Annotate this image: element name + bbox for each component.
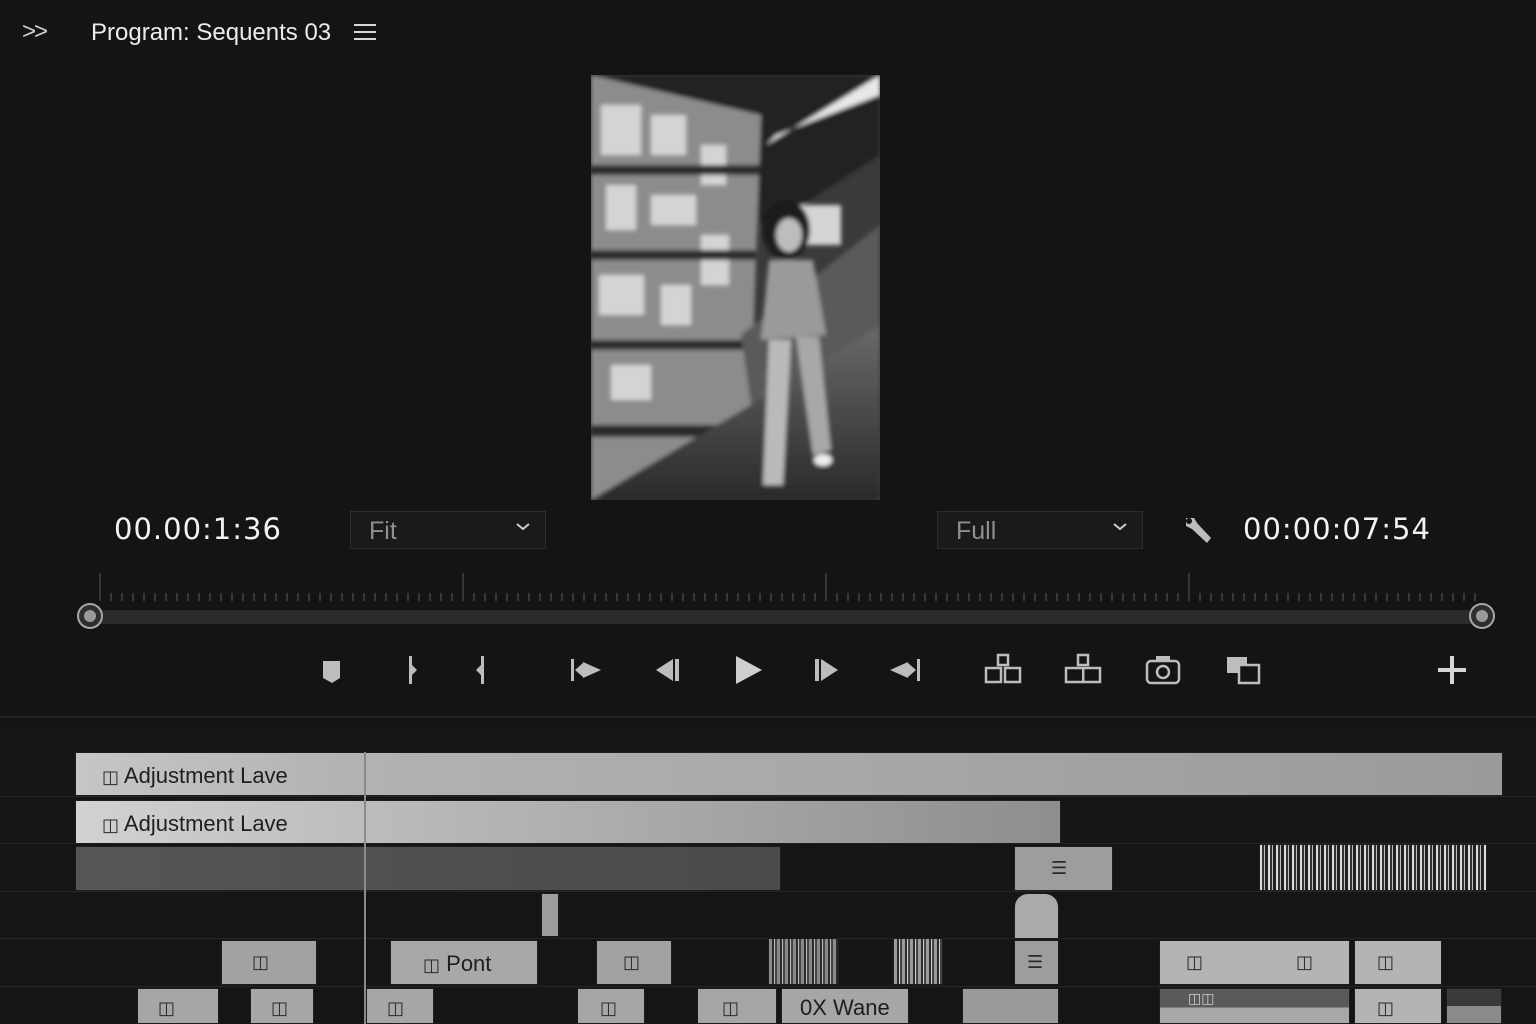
- clip-fx-icon: ◫: [722, 998, 740, 1019]
- video-clip[interactable]: ◫: [250, 988, 314, 1024]
- clip-fx-icon: ◫: [252, 952, 270, 973]
- adjustment-layer-clip[interactable]: ◫ Adjustment Lave: [75, 800, 1061, 844]
- clip-fx-icon: ◫: [600, 998, 618, 1019]
- panel-divider: [0, 716, 1536, 718]
- plus-icon: [1438, 656, 1466, 684]
- video-clip[interactable]: ◫ Pont: [390, 940, 538, 985]
- go-to-in-icon: [571, 659, 601, 681]
- timeline-tracks: ◫ Adjustment Lave ◫ Adjustment Lave ☰ ◫ …: [0, 730, 1536, 1024]
- clip-label: ◫ Pont: [423, 951, 492, 976]
- clip-fx-icon: ◫: [1186, 952, 1204, 973]
- panel-header: >> Program: Sequents 03: [0, 0, 1536, 66]
- panel-title: Program: Sequents 03: [91, 19, 332, 46]
- video-clip-barcode[interactable]: [768, 938, 839, 985]
- video-clip[interactable]: ◫: [1354, 940, 1442, 985]
- comparison-view-button[interactable]: [1223, 650, 1263, 690]
- chevron-down-icon: [1113, 523, 1127, 531]
- step-forward-icon: [815, 659, 838, 681]
- video-clip[interactable]: [1446, 988, 1502, 1024]
- video-clip[interactable]: ☰: [1014, 846, 1113, 891]
- export-frame-button[interactable]: [1143, 650, 1183, 690]
- overwrite-icon: [1064, 653, 1102, 684]
- zoom-level-value: Fit: [369, 517, 397, 545]
- video-clip[interactable]: [962, 988, 1059, 1024]
- add-marker-button[interactable]: [312, 650, 352, 690]
- insert-icon: [984, 653, 1022, 684]
- clip-fx-icon: ◫: [1296, 952, 1314, 973]
- video-clip[interactable]: ◫: [1354, 988, 1442, 1024]
- clip-label: ◫ Adjustment Lave: [102, 763, 288, 788]
- step-back-button[interactable]: [647, 650, 687, 690]
- video-clip-barcode[interactable]: [893, 938, 943, 985]
- video-clip[interactable]: ◫: [366, 988, 434, 1024]
- clip-fx-icon: ◫◫: [1188, 991, 1215, 1007]
- step-back-icon: [656, 659, 679, 681]
- settings-wrench-icon[interactable]: [1180, 512, 1216, 548]
- play-button[interactable]: [728, 650, 768, 690]
- in-point-handle[interactable]: [79, 605, 101, 627]
- video-clip[interactable]: [75, 846, 781, 891]
- panel-menu-icon[interactable]: [354, 24, 376, 42]
- marker-icon: [323, 661, 340, 683]
- duration-timecode: 00:00:07:54: [1243, 512, 1431, 546]
- clip-fx-icon: ◫: [271, 998, 289, 1019]
- comparison-view-icon: [1227, 657, 1261, 685]
- play-icon: [736, 656, 762, 684]
- video-clip[interactable]: ☰: [1014, 940, 1059, 985]
- video-clip[interactable]: ◫: [137, 988, 219, 1024]
- clip-fx-icon: ◫: [387, 998, 405, 1019]
- clip-fx-icon: ☰: [1027, 952, 1044, 973]
- playback-resolution-dropdown[interactable]: Full: [937, 511, 1143, 549]
- clip-fx-icon: ◫: [102, 767, 120, 788]
- clip-fx-icon: ◫: [1377, 998, 1395, 1019]
- out-point-handle[interactable]: [1471, 605, 1493, 627]
- video-clip[interactable]: ◫: [577, 988, 645, 1024]
- button-editor-add-button[interactable]: [1432, 650, 1472, 690]
- go-to-out-button[interactable]: [886, 650, 926, 690]
- clip-fx-icon: ◫: [102, 815, 120, 836]
- overwrite-button[interactable]: [1063, 650, 1103, 690]
- video-clip[interactable]: [1014, 893, 1059, 939]
- go-to-out-icon: [890, 659, 920, 681]
- video-clip[interactable]: [541, 893, 559, 937]
- clip-label: ◫ Adjustment Lave: [102, 811, 288, 836]
- playback-resolution-value: Full: [956, 517, 997, 545]
- expand-panels-icon[interactable]: >>: [22, 18, 48, 46]
- video-clip[interactable]: ◫◫: [1159, 988, 1350, 1024]
- step-forward-button[interactable]: [807, 650, 847, 690]
- mark-out-button[interactable]: [462, 650, 502, 690]
- clip-label: 0X Wane: [800, 995, 890, 1020]
- playhead-line[interactable]: [364, 752, 366, 1024]
- video-clip[interactable]: ◫: [596, 940, 672, 985]
- time-ruler-ticks: [99, 573, 1476, 601]
- chevron-down-icon: [516, 523, 530, 531]
- clip-fx-icon: ☰: [1051, 858, 1068, 879]
- zoom-level-dropdown[interactable]: Fit: [350, 511, 546, 549]
- clip-fx-icon: ◫: [158, 998, 176, 1019]
- transport-controls: [0, 640, 1536, 700]
- adjustment-layer-clip[interactable]: ◫ Adjustment Lave: [75, 752, 1503, 796]
- insert-button[interactable]: [983, 650, 1023, 690]
- video-clip[interactable]: 0X Wane: [781, 988, 909, 1024]
- mark-in-icon: [409, 656, 417, 684]
- mark-in-button[interactable]: [391, 650, 431, 690]
- mark-out-icon: [476, 656, 484, 684]
- clip-fx-icon: ◫: [423, 955, 441, 976]
- video-clip[interactable]: ◫: [697, 988, 777, 1024]
- go-to-in-button[interactable]: [565, 650, 605, 690]
- clip-fx-icon: ◫: [1377, 952, 1395, 973]
- clip-fx-icon: ◫: [623, 952, 641, 973]
- program-preview-frame: [591, 75, 880, 500]
- time-ruler[interactable]: [78, 565, 1494, 635]
- video-clip-barcode[interactable]: [1259, 844, 1487, 891]
- video-clip[interactable]: ◫ ◫: [1159, 940, 1350, 985]
- current-timecode[interactable]: 00.00:1:36: [114, 512, 282, 546]
- scrubber-track[interactable]: [90, 610, 1482, 624]
- video-clip[interactable]: ◫: [221, 940, 317, 985]
- camera-icon: [1145, 656, 1181, 685]
